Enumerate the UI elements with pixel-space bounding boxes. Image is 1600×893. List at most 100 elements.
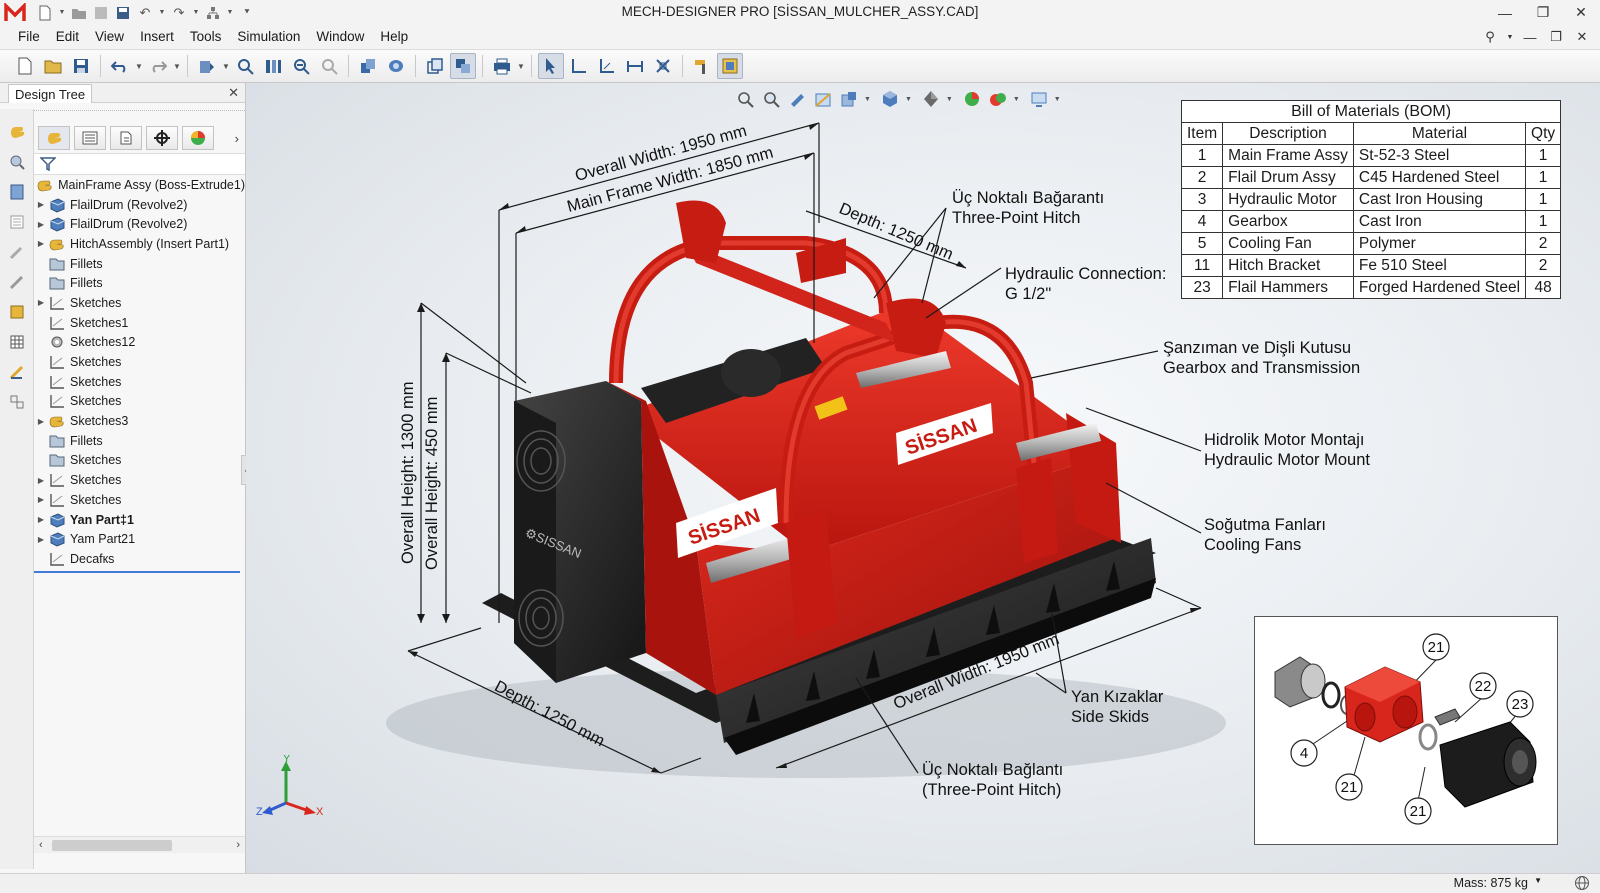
measure-icon[interactable] — [622, 53, 648, 79]
display-style-icon[interactable] — [383, 53, 409, 79]
tree-item[interactable]: ▶ Yan Part‡1 — [34, 510, 245, 530]
dropdown-arrow-icon[interactable]: ▼ — [226, 4, 234, 22]
close-panel-icon[interactable]: ✕ — [228, 85, 239, 101]
tree-item[interactable]: Sketches1 — [34, 313, 245, 333]
doc-close-icon[interactable]: ✕ — [1572, 29, 1592, 45]
hand-icon[interactable] — [6, 121, 28, 143]
close-icon[interactable]: ✕ — [1562, 0, 1600, 25]
menu-simulation[interactable]: Simulation — [229, 25, 308, 49]
expand-arrow-icon[interactable]: ▶ — [34, 476, 48, 485]
tree-item[interactable]: ▶ Sketches — [34, 293, 245, 313]
bom-row[interactable]: 23 Flail Hammers Forged Hardened Steel 48 — [1180, 276, 1562, 299]
bom-row[interactable]: 4 Gearbox Cast Iron 1 — [1180, 210, 1562, 233]
expand-arrow-icon[interactable]: ▶ — [34, 239, 48, 248]
pen-icon[interactable] — [6, 271, 28, 293]
filter-icon[interactable] — [40, 157, 56, 171]
print-dropdown-icon[interactable]: ▼ — [517, 62, 525, 71]
select-icon[interactable] — [538, 53, 564, 79]
scroll-right-icon[interactable]: › — [236, 839, 240, 851]
tree-item[interactable]: ▶ Yam Part21 — [34, 529, 245, 549]
ruler-icon[interactable] — [6, 361, 28, 383]
grid-icon[interactable] — [6, 331, 28, 353]
rebuild-icon[interactable] — [194, 53, 220, 79]
tree-item[interactable]: Fillets — [34, 431, 245, 451]
tree-item[interactable]: Sketches — [34, 352, 245, 372]
tools-hammer-icon[interactable] — [689, 53, 715, 79]
redo-icon[interactable]: ↷ — [170, 4, 188, 22]
menu-edit[interactable]: Edit — [48, 25, 87, 49]
options-icon[interactable] — [717, 53, 743, 79]
doc-minimize-icon[interactable]: — — [1520, 30, 1540, 45]
mate-icon[interactable] — [650, 53, 676, 79]
exploded-detail-view[interactable]: 21 22 23 4 21 21 — [1254, 616, 1558, 845]
tree-item[interactable]: Sketches — [34, 372, 245, 392]
app-logo-icon[interactable] — [0, 0, 30, 25]
open-icon[interactable] — [40, 53, 66, 79]
tree-item[interactable]: Sketches12 — [34, 333, 245, 353]
tree-filter[interactable] — [34, 153, 245, 175]
globe-icon[interactable] — [1574, 875, 1590, 893]
open-folder-icon[interactable] — [70, 4, 88, 22]
sketch-line-icon[interactable] — [566, 53, 592, 79]
dropdown-arrow-icon[interactable]: ▼ — [192, 4, 200, 22]
more-tabs-icon[interactable]: › — [235, 131, 239, 146]
undo-icon[interactable] — [107, 53, 133, 79]
customize-arrow-icon[interactable]: ⯆ — [238, 4, 256, 22]
bom-row[interactable]: 3 Hydraulic Motor Cast Iron Housing 1 — [1180, 188, 1562, 211]
bom-row[interactable]: 11 Hitch Bracket Fe 510 Steel 2 — [1180, 254, 1562, 277]
tree-horizontal-scrollbar[interactable]: ‹ › — [34, 836, 245, 853]
expand-arrow-icon[interactable]: ▶ — [34, 535, 48, 544]
hierarchy-icon[interactable] — [204, 4, 222, 22]
menu-help[interactable]: Help — [372, 25, 416, 49]
tree-item[interactable]: ▶ FlailDrum (Revolve2) — [34, 195, 245, 215]
new-document-icon[interactable] — [12, 53, 38, 79]
redo-dropdown-icon[interactable]: ▼ — [173, 62, 181, 71]
section-view-icon[interactable] — [260, 53, 286, 79]
units-dropdown-icon[interactable]: ▼ — [1534, 876, 1542, 885]
dropdown-arrow-icon[interactable]: ▼ — [58, 4, 66, 22]
bom-row[interactable]: 2 Flail Drum Assy C45 Hardened Steel 1 — [1180, 166, 1562, 189]
tree-item[interactable]: Fillets — [34, 273, 245, 293]
tree-item[interactable]: ▶ Sketches — [34, 490, 245, 510]
layers-icon[interactable] — [6, 391, 28, 413]
feature-manager-icon[interactable] — [38, 126, 70, 150]
property-manager-icon[interactable] — [74, 126, 106, 150]
doc-restore-icon[interactable]: ❐ — [1546, 29, 1566, 45]
panel-grip[interactable] — [0, 103, 245, 111]
tree-item[interactable]: ▶ FlailDrum (Revolve2) — [34, 214, 245, 234]
undo-icon[interactable]: ↶ — [136, 4, 154, 22]
expand-arrow-icon[interactable]: ▶ — [34, 298, 48, 307]
tree-item[interactable]: Sketches — [34, 392, 245, 412]
display-manager-icon[interactable] — [182, 126, 214, 150]
zoom-out-icon[interactable] — [288, 53, 314, 79]
save-disabled-icon[interactable] — [92, 4, 110, 22]
restore-icon[interactable]: ❐ — [1524, 0, 1562, 25]
dropdown-arrow-icon[interactable]: ▼ — [158, 4, 166, 22]
menu-file[interactable]: File — [10, 25, 48, 49]
view-orientation-icon[interactable] — [355, 53, 381, 79]
minimize-icon[interactable]: — — [1486, 0, 1524, 25]
zoom-area-icon[interactable] — [316, 53, 342, 79]
menu-window[interactable]: Window — [308, 25, 372, 49]
redo-icon[interactable] — [145, 53, 171, 79]
hide-show-icon[interactable] — [450, 53, 476, 79]
document-icon[interactable] — [6, 181, 28, 203]
tree-item[interactable]: Decafкs — [34, 549, 245, 569]
tree-item[interactable]: Sketches — [34, 451, 245, 471]
menu-view[interactable]: View — [87, 25, 132, 49]
new-file-icon[interactable] — [36, 4, 54, 22]
tree-item[interactable]: ▶ Sketches3 — [34, 411, 245, 431]
expand-arrow-icon[interactable]: ▶ — [34, 495, 48, 504]
graphics-viewport[interactable]: ▼ ▼ ▼ ▼ ▼ ⚙SISSAN SİSSAN SİSSAN Overall … — [246, 83, 1600, 873]
tree-item[interactable]: ▶ HitchAssembly (Insert Part1) — [34, 234, 245, 254]
bom-row[interactable]: 1 Main Frame Assy St-52-3 Steel 1 — [1180, 144, 1562, 167]
list-icon[interactable] — [6, 211, 28, 233]
scroll-left-icon[interactable]: ‹ — [39, 839, 43, 851]
bom-table[interactable]: Bill of Materials (BOM) Item Description… — [1180, 100, 1562, 299]
undo-dropdown-icon[interactable]: ▼ — [135, 62, 143, 71]
expand-arrow-icon[interactable]: ▶ — [34, 515, 48, 524]
menu-tools[interactable]: Tools — [182, 25, 230, 49]
print-icon[interactable] — [489, 53, 515, 79]
tab-design-tree[interactable]: Design Tree — [8, 84, 93, 103]
copy-icon[interactable] — [422, 53, 448, 79]
